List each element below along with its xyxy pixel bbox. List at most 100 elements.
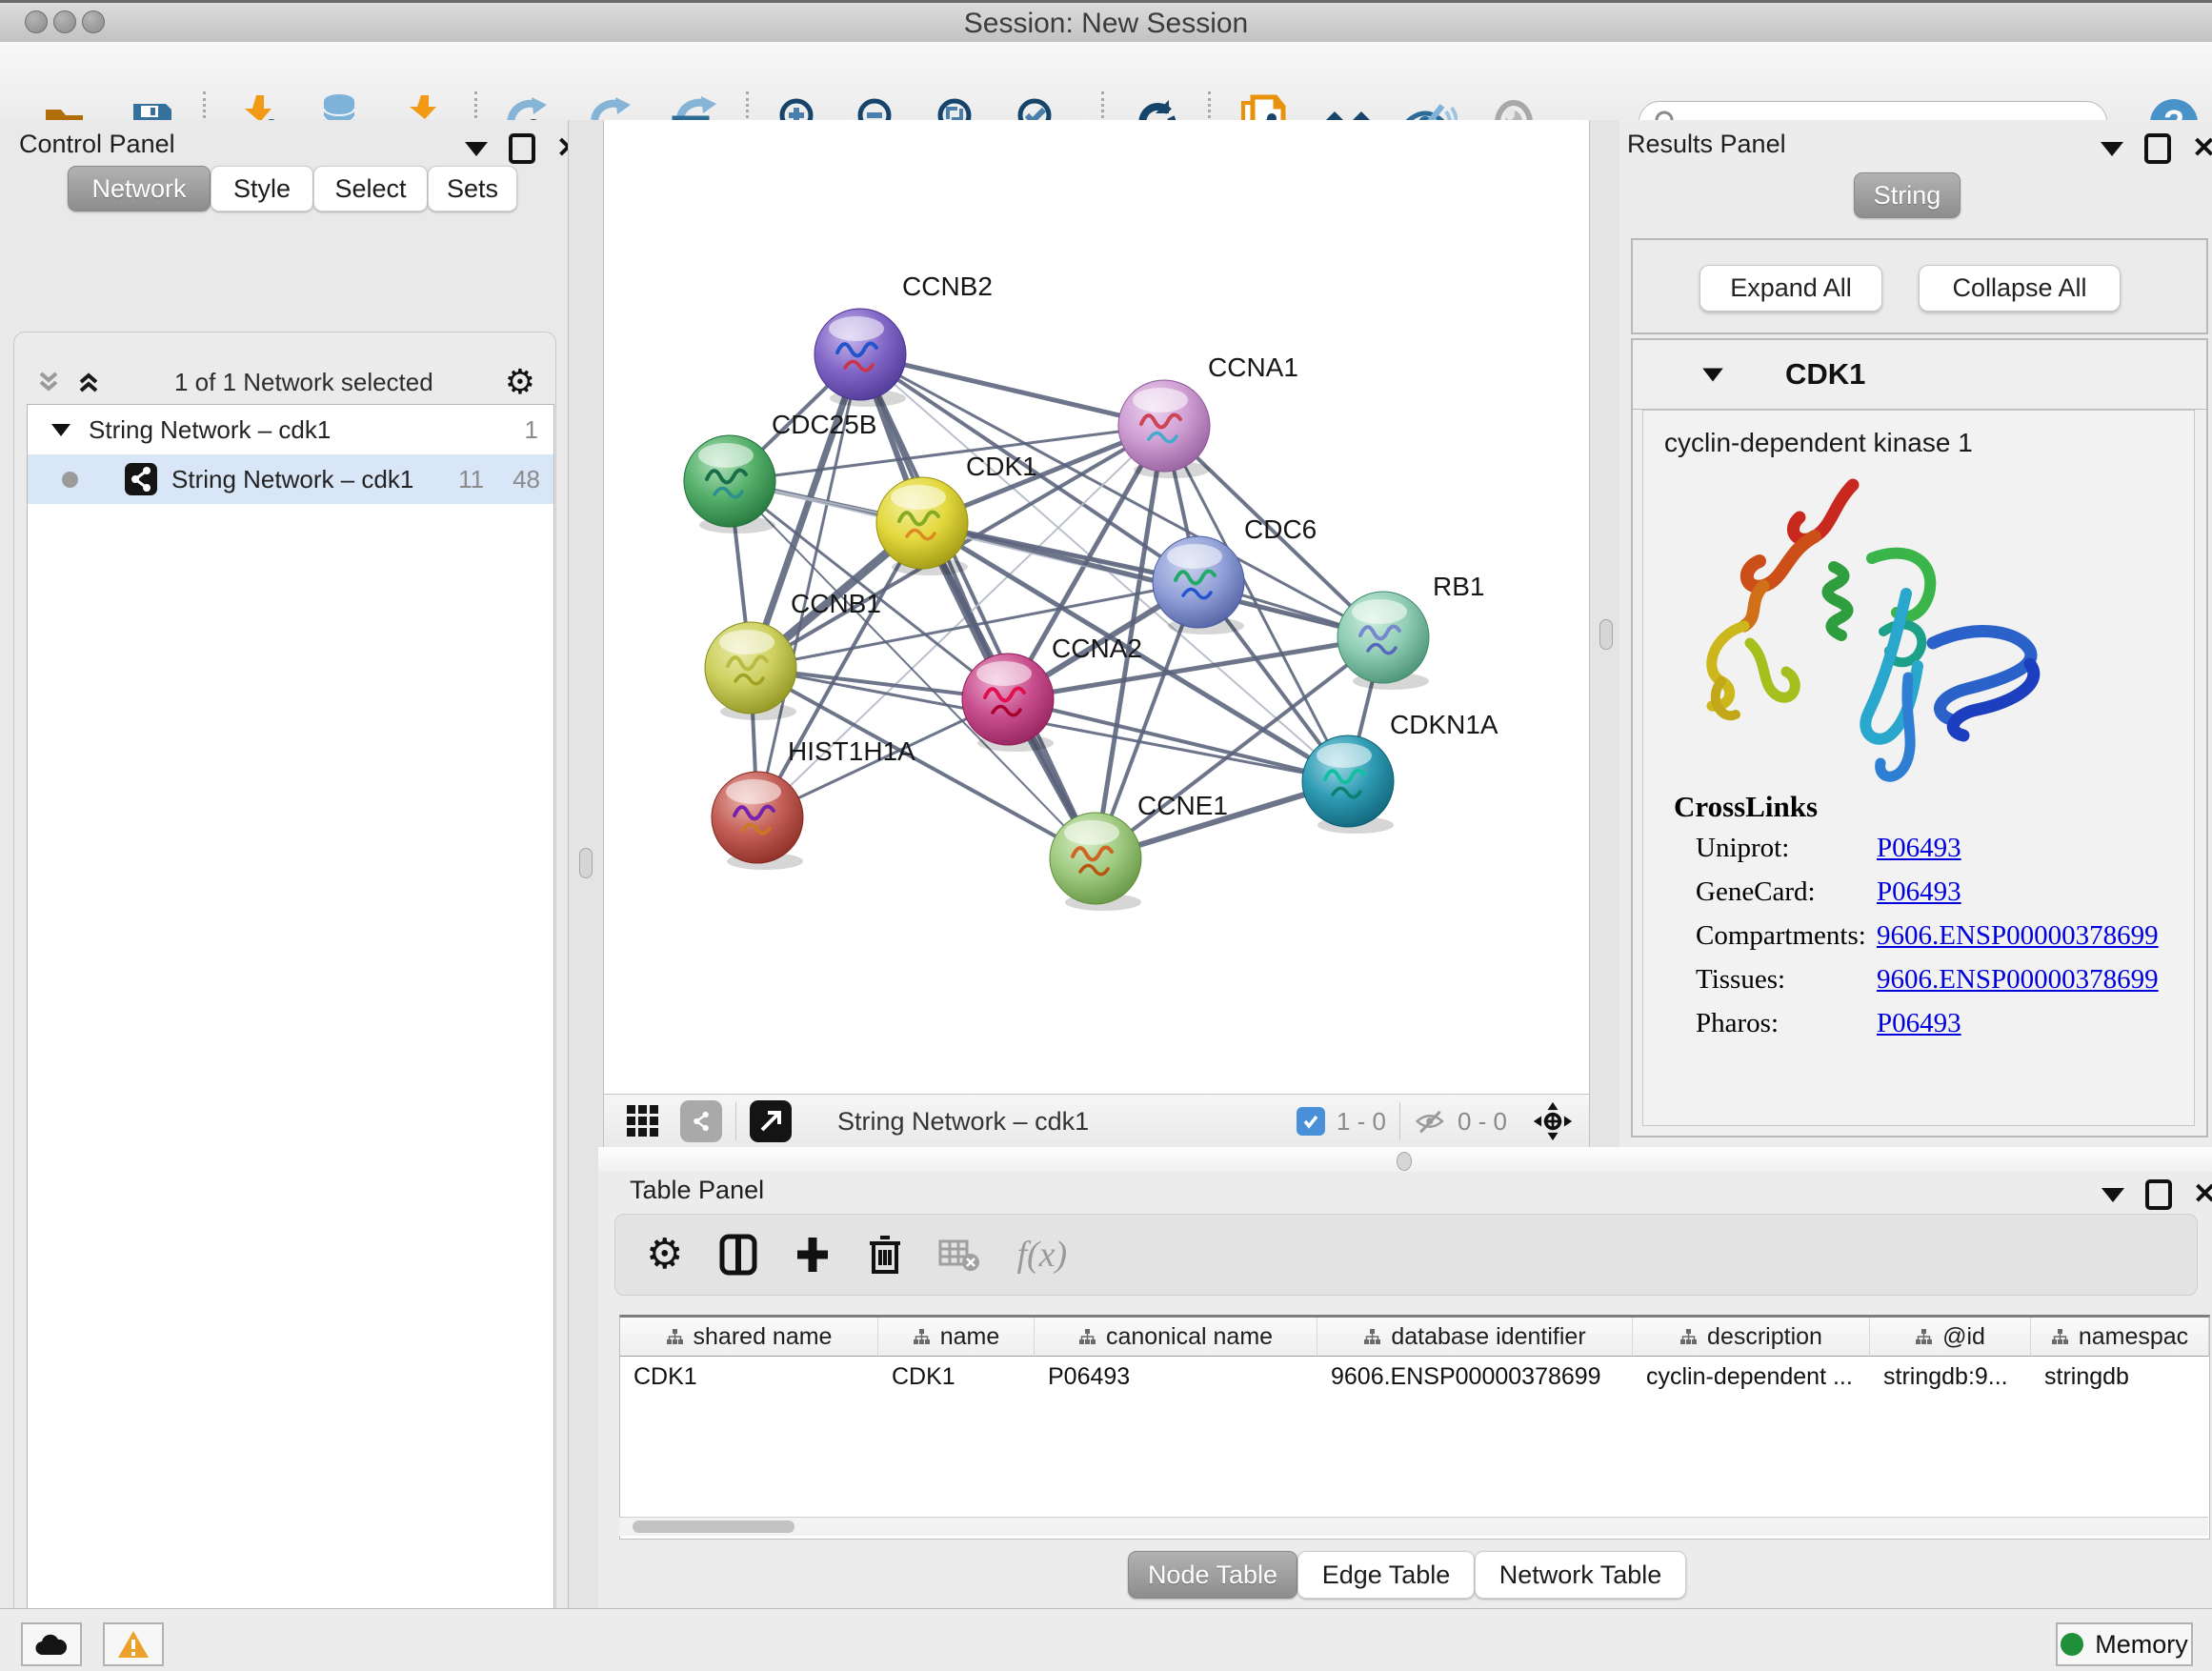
horizontal-splitter-handle[interactable] bbox=[1397, 1152, 1412, 1171]
crosslink-link[interactable]: 9606.ENSP00000378699 bbox=[1877, 964, 2159, 1007]
main-toolbar: ? bbox=[0, 42, 2212, 121]
delete-table-icon[interactable] bbox=[938, 1238, 980, 1272]
control-panel-window-controls: ✕ bbox=[465, 133, 580, 164]
network-node-HIST1H1A[interactable]: HIST1H1A bbox=[712, 736, 915, 870]
panel-menu-icon[interactable] bbox=[2101, 142, 2123, 156]
column-type-icon bbox=[1679, 1328, 1698, 1346]
table-cell[interactable]: P06493 bbox=[1035, 1357, 1317, 1397]
gene-section-header[interactable]: CDK1 bbox=[1633, 340, 2206, 410]
expand-all-chevron-icon[interactable] bbox=[74, 368, 103, 396]
network-node-CCNB2[interactable]: CCNB2 bbox=[814, 272, 993, 407]
column-type-icon bbox=[1078, 1328, 1096, 1346]
memory-label: Memory bbox=[2095, 1630, 2188, 1660]
delete-column-icon[interactable] bbox=[868, 1234, 902, 1276]
left-splitter-handle[interactable] bbox=[579, 848, 593, 878]
tab-node-table[interactable]: Node Table bbox=[1128, 1551, 1297, 1599]
network-node-CDKN1A[interactable]: CDKN1A bbox=[1302, 710, 1498, 834]
tab-style[interactable]: Style bbox=[211, 166, 313, 211]
node-label-CCNB1: CCNB1 bbox=[791, 589, 881, 618]
table-cell[interactable]: stringdb:9... bbox=[1870, 1357, 2031, 1397]
panel-float-icon[interactable] bbox=[2144, 133, 2171, 164]
network-collection-row[interactable]: String Network – cdk1 1 bbox=[28, 405, 553, 454]
crosslink-label: GeneCard: bbox=[1696, 876, 1877, 919]
show-columns-icon[interactable] bbox=[719, 1234, 757, 1276]
selected-checkbox-icon[interactable] bbox=[1297, 1107, 1325, 1136]
table-toolbar: ⚙ f(x) bbox=[614, 1214, 2198, 1296]
results-panel-window-controls: ✕ bbox=[2101, 133, 2212, 164]
column-header-database-identifier[interactable]: database identifier bbox=[1317, 1318, 1633, 1357]
add-column-icon[interactable] bbox=[794, 1234, 832, 1276]
crosslink-link[interactable]: P06493 bbox=[1877, 833, 1961, 876]
panel-close-icon[interactable]: ✕ bbox=[2193, 1183, 2212, 1206]
table-cell[interactable]: CDK1 bbox=[878, 1357, 1035, 1397]
table-options-gear-icon[interactable]: ⚙ bbox=[646, 1238, 683, 1272]
column-header-description[interactable]: description bbox=[1633, 1318, 1870, 1357]
panel-float-icon[interactable] bbox=[2145, 1179, 2172, 1210]
hidden-eye-icon bbox=[1414, 1107, 1448, 1136]
column-header-canonical-name[interactable]: canonical name bbox=[1035, 1318, 1317, 1357]
network-edge-CCNB2-CCNA1[interactable] bbox=[860, 354, 1164, 426]
column-type-icon bbox=[913, 1328, 931, 1346]
tab-select[interactable]: Select bbox=[313, 166, 428, 211]
tab-string-results[interactable]: String bbox=[1854, 172, 1961, 218]
crosslink-label: Tissues: bbox=[1696, 964, 1877, 1007]
tab-sets[interactable]: Sets bbox=[428, 166, 517, 211]
panel-menu-icon[interactable] bbox=[2101, 1188, 2124, 1202]
panel-close-icon[interactable]: ✕ bbox=[2192, 137, 2212, 160]
panel-menu-icon[interactable] bbox=[465, 142, 488, 156]
section-expander-triangle-icon[interactable] bbox=[1699, 361, 1726, 388]
control-panel: Control Panel ✕ Network Style Select Set… bbox=[0, 120, 568, 1608]
table-panel-window-controls: ✕ bbox=[2101, 1179, 2212, 1210]
gene-details: cyclin-dependent kinase 1 CrossLinks Uni… bbox=[1642, 410, 2195, 1126]
right-splitter-handle[interactable] bbox=[1599, 619, 1613, 650]
network-options-gear-icon[interactable]: ⚙ bbox=[505, 365, 535, 399]
table-cell[interactable]: stringdb bbox=[2031, 1357, 2209, 1397]
table-row[interactable]: CDK1CDK1P064939606.ENSP00000378699cyclin… bbox=[620, 1357, 2209, 1397]
hidden-count: 0 - 0 bbox=[1458, 1107, 1507, 1137]
column-header-shared-name[interactable]: shared name bbox=[620, 1318, 878, 1357]
crosslink-row: Tissues: 9606.ENSP00000378699 bbox=[1696, 964, 2182, 1007]
collapse-all-chevron-icon[interactable] bbox=[34, 368, 63, 396]
collection-label: String Network – cdk1 bbox=[89, 415, 331, 445]
network-node-RB1[interactable]: RB1 bbox=[1337, 572, 1484, 690]
tab-network-table[interactable]: Network Table bbox=[1475, 1551, 1686, 1599]
network-canvas[interactable]: CCNB2CCNA1CDC25BCDK1CDC6RB1CCNB1CCNA2CDK… bbox=[604, 120, 1589, 1094]
network-node-CDC25B[interactable]: CDC25B bbox=[684, 410, 876, 534]
cloud-button[interactable] bbox=[21, 1622, 82, 1666]
gene-name: CDK1 bbox=[1785, 357, 1865, 392]
panel-float-icon[interactable] bbox=[509, 133, 535, 164]
table-cell[interactable]: 9606.ENSP00000378699 bbox=[1317, 1357, 1633, 1397]
crosslink-link[interactable]: P06493 bbox=[1877, 1008, 1961, 1051]
open-in-browser-icon[interactable] bbox=[750, 1100, 792, 1142]
table-cell[interactable]: cyclin-dependent ... bbox=[1633, 1357, 1870, 1397]
node-label-CCNE1: CCNE1 bbox=[1137, 791, 1228, 820]
column-header--id[interactable]: @id bbox=[1870, 1318, 2031, 1357]
expand-all-button[interactable]: Expand All bbox=[1699, 265, 1882, 312]
network-node-CCNE1[interactable]: CCNE1 bbox=[1050, 791, 1228, 911]
crosslink-link[interactable]: 9606.ENSP00000378699 bbox=[1877, 920, 2159, 963]
crosslink-link[interactable]: P06493 bbox=[1877, 876, 1961, 919]
birds-eye-grid-icon[interactable] bbox=[625, 1103, 661, 1139]
right-splitter[interactable] bbox=[1589, 120, 1621, 1147]
tab-edge-table[interactable]: Edge Table bbox=[1297, 1551, 1475, 1599]
column-type-icon bbox=[666, 1328, 684, 1346]
memory-button[interactable]: Memory bbox=[2056, 1622, 2193, 1666]
horizontal-splitter[interactable] bbox=[598, 1147, 2212, 1173]
warning-button[interactable] bbox=[103, 1622, 164, 1666]
collapse-all-button[interactable]: Collapse All bbox=[1919, 265, 2121, 312]
network-row-selected[interactable]: String Network – cdk1 11 48 bbox=[28, 454, 553, 504]
expander-triangle-icon[interactable] bbox=[49, 417, 73, 442]
scrollbar-thumb[interactable] bbox=[633, 1520, 794, 1533]
network-node-CCNA1[interactable]: CCNA1 bbox=[1118, 352, 1298, 478]
function-builder-icon[interactable]: f(x) bbox=[1016, 1234, 1067, 1276]
column-header-name[interactable]: name bbox=[878, 1318, 1035, 1357]
table-cell[interactable]: CDK1 bbox=[620, 1357, 878, 1397]
tab-network[interactable]: Network bbox=[68, 166, 211, 211]
fit-content-crosshair-icon[interactable] bbox=[1532, 1100, 1574, 1142]
crosslink-label: Compartments: bbox=[1696, 920, 1877, 963]
node-label-CDK1: CDK1 bbox=[966, 452, 1037, 481]
network-node-CCNB1[interactable]: CCNB1 bbox=[705, 589, 881, 720]
column-header-namespac[interactable]: namespac bbox=[2031, 1318, 2209, 1357]
table-horizontal-scrollbar[interactable] bbox=[619, 1517, 2208, 1536]
string-style-toggle-icon[interactable] bbox=[680, 1100, 722, 1142]
